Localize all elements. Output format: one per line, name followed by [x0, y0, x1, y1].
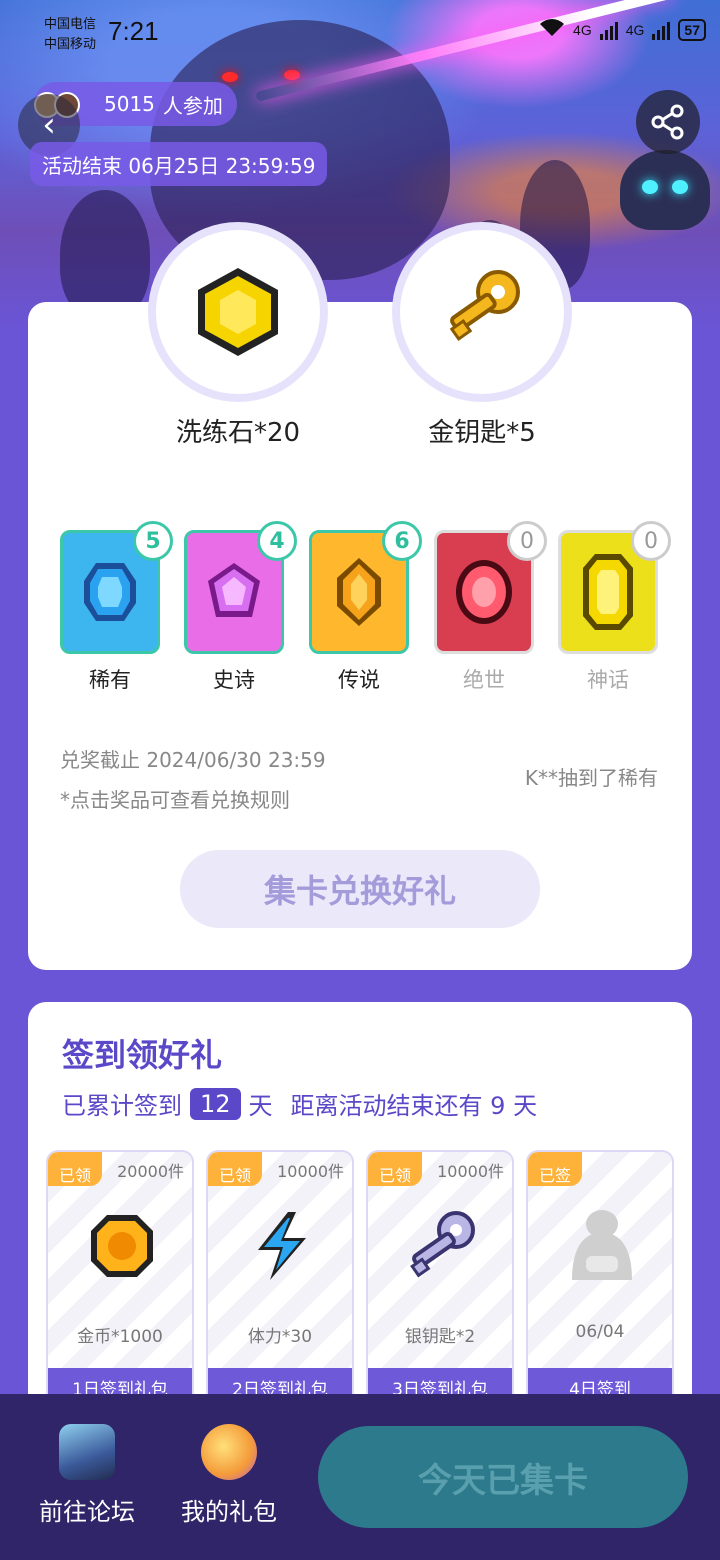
gift-stock: 10000件: [437, 1162, 504, 1181]
reward-gold-key[interactable]: [392, 222, 572, 402]
gift-name: 银钥匙*2: [404, 1327, 476, 1347]
redeem-info: 兑奖截止 2024/06/30 23:59 *点击奖品可查看兑换规则: [60, 740, 326, 820]
checkin-gift-day3[interactable]: 已领 10000件 银钥匙*2 3日签到礼包: [366, 1150, 514, 1410]
gold-coin-icon: [91, 1215, 153, 1277]
signal-icon-2: [652, 20, 671, 40]
checkin-day-unit: 天: [248, 1092, 273, 1120]
clock: 7:21: [108, 16, 159, 46]
card-name: 史诗: [213, 668, 255, 692]
wifi-icon: [539, 18, 565, 41]
battery-icon: 57: [678, 18, 706, 41]
checkin-summary: 已累计签到 12 天 距离活动结束还有 9 天: [62, 1086, 537, 1121]
gem-card-mythic[interactable]: 0 神话: [558, 521, 671, 694]
checkin-gift-day1[interactable]: 已领 20000件 金币*1000 1日签到礼包: [46, 1150, 194, 1410]
gift-status-tag: 已领: [368, 1152, 422, 1186]
participants-suffix: 人参加: [162, 93, 223, 118]
my-gifts-label: 我的礼包: [181, 1498, 277, 1526]
checkin-remaining: 距离活动结束还有 9 天: [290, 1092, 538, 1120]
reward-label: 洗练石*20: [175, 418, 301, 448]
card-name: 神话: [587, 668, 629, 692]
hexagon-gem-icon: [198, 268, 278, 356]
legendary-gem-icon: [337, 558, 381, 626]
mythic-gem-icon: [583, 554, 633, 630]
reward-washing-stone[interactable]: [148, 222, 328, 402]
gem-card-epic[interactable]: 4 史诗: [184, 521, 297, 694]
card-gem-row: 5 稀有 4 史诗 6 传说 0 绝世 0 神话: [60, 521, 671, 700]
share-button[interactable]: [636, 90, 700, 154]
checkin-gift-day2[interactable]: 已领 10000件 体力*30 2日签到礼包: [206, 1150, 354, 1410]
gold-key-icon: [449, 270, 520, 342]
card-count-badge: 4: [257, 521, 297, 561]
activity-end-time: 活动结束 06月25日 23:59:59: [30, 142, 328, 186]
bottom-bar: 前往论坛 我的礼包 今天已集卡: [0, 1394, 720, 1560]
participants-count: 5015: [104, 92, 155, 116]
card-count-badge: 5: [133, 521, 173, 561]
lightning-icon: [258, 1212, 306, 1280]
gift-name: 06/04: [575, 1322, 625, 1342]
rare-gem-icon: [84, 563, 136, 621]
forum-label: 前往论坛: [39, 1498, 135, 1526]
today-collected-button[interactable]: 今天已集卡: [318, 1426, 688, 1528]
reward-label: 金钥匙*5: [428, 418, 536, 448]
network-label-1: 4G: [573, 21, 592, 38]
gift-box-icon: [201, 1424, 257, 1480]
gift-status-tag: 已签: [528, 1152, 582, 1186]
share-icon: [651, 104, 684, 140]
locked-character-icon: [572, 1210, 632, 1280]
redeem-deadline: 兑奖截止 2024/06/30 23:59: [60, 748, 326, 772]
card-count-badge: 6: [382, 521, 422, 561]
gem-card-peerless[interactable]: 0 绝世: [434, 521, 547, 694]
checkin-days: 12: [190, 1087, 241, 1120]
checkin-prefix: 已累计签到: [62, 1092, 182, 1120]
exchange-button[interactable]: 集卡兑换好礼: [180, 850, 540, 928]
chevron-left-icon: ‹: [42, 105, 56, 145]
gift-stock: 20000件: [117, 1162, 184, 1181]
gift-name: 体力*30: [247, 1327, 313, 1347]
status-bar: 中国电信 中国移动 7:21 4G 4G 57: [0, 0, 720, 60]
card-count-badge: 0: [631, 521, 671, 561]
gift-stock: 10000件: [277, 1162, 344, 1181]
forum-app-icon: [59, 1424, 115, 1480]
silver-key-icon: [410, 1211, 475, 1278]
forum-nav-button[interactable]: 前往论坛: [22, 1424, 152, 1527]
gem-card-legendary[interactable]: 6 传说: [309, 521, 422, 694]
epic-gem-icon: [208, 563, 260, 617]
my-gifts-nav-button[interactable]: 我的礼包: [164, 1424, 294, 1527]
card-name: 稀有: [89, 668, 131, 692]
signal-icon-1: [599, 20, 618, 40]
checkin-title: 签到领好礼: [62, 1036, 223, 1074]
gift-name: 金币*1000: [77, 1327, 163, 1347]
card-name: 绝世: [463, 668, 505, 692]
carrier-2: 中国移动: [44, 36, 97, 51]
gift-status-tag: 已领: [48, 1152, 102, 1186]
gem-card-rare[interactable]: 5 稀有: [60, 521, 173, 694]
peerless-gem-icon: [456, 560, 512, 624]
checkin-gift-day4[interactable]: 已签 06/04 4日签到: [526, 1150, 674, 1410]
carrier-labels: 中国电信 中国移动: [44, 14, 96, 54]
rule-hint: *点击奖品可查看兑换规则: [60, 788, 290, 812]
network-label-2: 4G: [625, 21, 645, 38]
card-name: 传说: [338, 668, 380, 692]
carrier-1: 中国电信: [44, 16, 97, 31]
winner-ticker: K**抽到了稀有: [524, 766, 658, 790]
checkin-gift-row: 已领 20000件 金币*1000 1日签到礼包 已领 10000件 体力*30…: [46, 1150, 686, 1410]
card-count-badge: 0: [507, 521, 547, 561]
gift-status-tag: 已领: [208, 1152, 262, 1186]
